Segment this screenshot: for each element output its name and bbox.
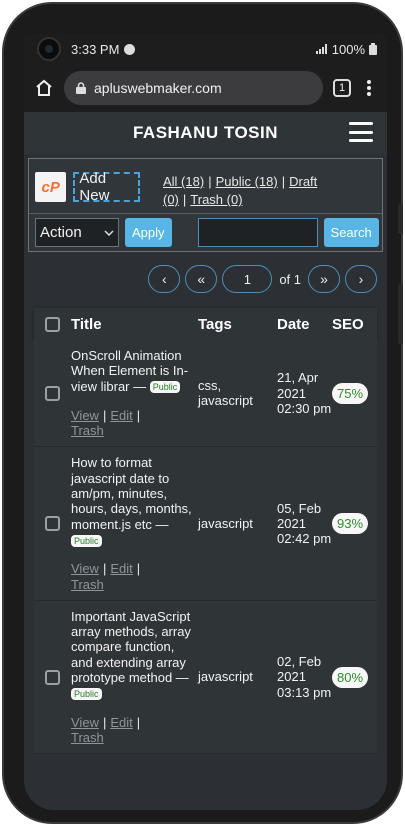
header-seo: SEO xyxy=(332,315,364,333)
battery-icon xyxy=(369,43,377,55)
status-badge: Public xyxy=(71,687,102,700)
status-badge: Public xyxy=(71,534,102,547)
filter-trash-link[interactable]: Trash (0) xyxy=(190,192,242,207)
add-new-button[interactable]: Add New xyxy=(73,170,140,204)
post-tags: javascript xyxy=(198,669,253,685)
table-row: How to format javascript date to am/pm, … xyxy=(34,447,377,601)
signal-icon xyxy=(315,44,327,54)
posts-table: Title Tags Date SEO OnScroll Animation W… xyxy=(34,308,377,755)
page-count-label: of 1 xyxy=(279,271,301,287)
filter-all-link[interactable]: All (18) xyxy=(163,174,204,189)
edit-link[interactable]: Edit xyxy=(110,715,132,730)
seo-score-badge: 93% xyxy=(332,513,369,535)
page-number-input[interactable]: 1 xyxy=(222,265,273,293)
apply-button[interactable]: Apply xyxy=(125,218,172,247)
tab-switcher-button[interactable]: 1 xyxy=(333,79,351,97)
first-page-button[interactable]: « xyxy=(185,265,218,293)
post-date: 05, Feb 2021 02:42 pm xyxy=(277,500,332,547)
status-filters: All (18) | Public (18) | Draft (0) | Trash (0) xyxy=(163,174,318,207)
battery-level: 100% xyxy=(331,41,365,57)
front-camera xyxy=(37,37,61,61)
home-icon[interactable] xyxy=(34,78,54,98)
row-checkbox[interactable] xyxy=(45,385,60,401)
prev-page-button[interactable]: ‹ xyxy=(148,265,181,293)
lock-icon xyxy=(76,82,86,94)
edit-link[interactable]: Edit xyxy=(110,561,132,576)
post-title[interactable]: Important JavaScript array methods, arra… xyxy=(71,609,191,685)
status-time: 3:33 PM xyxy=(71,41,120,57)
search-input[interactable] xyxy=(197,218,318,247)
seo-score-badge: 75% xyxy=(332,382,369,404)
seo-score-badge: 80% xyxy=(332,666,369,688)
url-text: apluswebmaker.com xyxy=(94,80,222,96)
post-tags: javascript xyxy=(198,516,253,532)
table-row: Important JavaScript array methods, arra… xyxy=(34,600,377,755)
hamburger-menu-icon[interactable] xyxy=(349,122,373,142)
more-menu-icon[interactable] xyxy=(361,78,377,98)
site-header: FASHANU TOSIN xyxy=(24,112,387,154)
header-date: Date xyxy=(277,315,310,333)
view-link[interactable]: View xyxy=(71,408,99,423)
row-checkbox[interactable] xyxy=(45,669,60,685)
pagination: ‹ « 1 of 1 » › xyxy=(24,252,387,293)
row-actions: View | Edit | Trash xyxy=(71,561,141,592)
post-tags: css, javascript xyxy=(198,377,253,409)
edit-link[interactable]: Edit xyxy=(110,408,132,423)
media-icon xyxy=(124,43,136,55)
status-badge: Public xyxy=(149,381,181,394)
header-title: Title xyxy=(71,315,102,333)
post-date: 02, Feb 2021 03:13 pm xyxy=(277,654,332,700)
bulk-action-select[interactable]: Action xyxy=(35,218,119,247)
trash-link[interactable]: Trash xyxy=(71,730,104,745)
power-button xyxy=(398,284,403,344)
post-date: 21, Apr 2021 02:30 pm xyxy=(277,370,332,416)
header-tags: Tags xyxy=(198,315,232,333)
site-title: FASHANU TOSIN xyxy=(132,123,279,142)
view-link[interactable]: View xyxy=(71,561,99,576)
browser-toolbar: apluswebmaker.com 1 xyxy=(24,64,387,112)
trash-link[interactable]: Trash xyxy=(71,577,104,592)
select-all-checkbox[interactable] xyxy=(45,316,60,332)
cpanel-logo-icon[interactable]: cP xyxy=(35,172,67,202)
screen: 3:33 PM 100% apluswebmaker.com 1 FASHANU… xyxy=(24,34,387,810)
row-actions: View | Edit | Trash xyxy=(71,407,141,439)
phone-frame: 3:33 PM 100% apluswebmaker.com 1 FASHANU… xyxy=(2,2,403,824)
posts-toolbar: cP Add New All (18) | Public (18) | Draft (0… xyxy=(28,158,383,252)
address-bar[interactable]: apluswebmaker.com xyxy=(64,71,323,105)
trash-link[interactable]: Trash xyxy=(71,423,104,438)
row-actions: View | Edit | Trash xyxy=(71,714,141,745)
filter-public-link[interactable]: Public (18) xyxy=(216,174,278,189)
view-link[interactable]: View xyxy=(71,715,99,730)
table-row: OnScroll Animation When Element is In-vi… xyxy=(34,340,377,448)
row-checkbox[interactable] xyxy=(45,516,60,532)
last-page-button[interactable]: » xyxy=(308,265,340,293)
status-bar: 3:33 PM 100% xyxy=(24,34,387,64)
next-page-button[interactable]: › xyxy=(345,265,377,293)
search-button[interactable]: Search xyxy=(323,218,379,247)
post-title[interactable]: How to format javascript date to am/pm, … xyxy=(71,455,192,531)
chevron-down-icon xyxy=(104,229,114,236)
table-header: Title Tags Date SEO xyxy=(34,308,377,340)
volume-button xyxy=(398,204,403,234)
